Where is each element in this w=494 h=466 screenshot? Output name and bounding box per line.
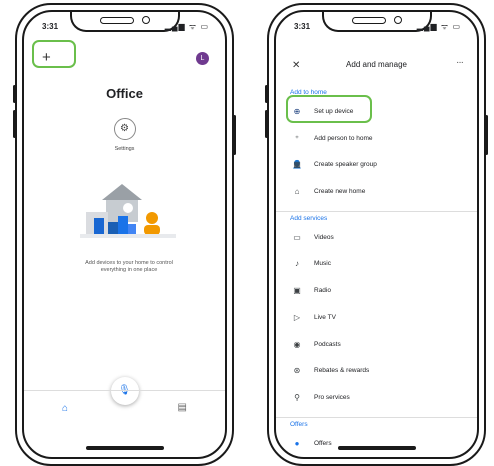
camera-icon — [141, 16, 150, 24]
menu-item-label: Pro services — [314, 393, 350, 401]
menu-item-label: Add person to home — [314, 134, 373, 142]
home-screen: 3:31 ▂▄▆ ᯤ ▭ + L Office ⚙ Settings Add d… — [22, 10, 227, 459]
phone-volume-button — [13, 85, 16, 103]
page-title: Office — [106, 86, 143, 101]
phone-volume-button — [13, 110, 16, 138]
menu-item-add-person[interactable]: ⁺👤 Add person to home — [276, 126, 477, 170]
menu-item-label: Radio — [314, 287, 331, 295]
menu-item-label: Create speaker group — [314, 161, 377, 169]
menu-item-videos[interactable]: ▭ Videos — [276, 225, 477, 252]
page-title: Add and manage — [346, 60, 407, 69]
phone-power-button — [233, 115, 236, 155]
camera-icon — [393, 16, 402, 24]
phone-frame-home: 3:31 ▂▄▆ ᯤ ▭ + L Office ⚙ Settings Add d… — [13, 3, 236, 466]
podcast-icon: ◉ — [293, 339, 301, 349]
bottom-nav: ⌂ ▤ — [24, 390, 225, 427]
pro-services-icon: ⚲ — [294, 392, 300, 402]
phone-notch — [321, 12, 432, 32]
add-button-highlight — [32, 40, 76, 68]
rewards-icon: ⊛ — [293, 366, 301, 376]
home-icon[interactable]: ⌂ — [62, 403, 68, 414]
menu-item-label: Videos — [314, 233, 334, 241]
status-icons: ▂▄▆ ᯤ ▭ — [164, 22, 209, 31]
avatar[interactable]: L — [196, 52, 209, 65]
home-icon: ⌂ — [294, 187, 300, 197]
menu-item-offers[interactable]: ● Offers — [276, 431, 477, 457]
add-manage-screen: 3:31 ▂▄▆ ᯤ ▭ ✕ Add and manage ··· Add to… — [274, 10, 479, 459]
menu-item-set-up-device[interactable]: ⊕ Set up device — [276, 95, 477, 126]
menu-item-label: Music — [314, 260, 331, 268]
section-heading-offers: Offers — [290, 420, 308, 428]
home-illustration — [80, 184, 176, 238]
menu-item-label: Live TV — [314, 313, 336, 321]
menu-item-label: Rebates & rewards — [314, 367, 370, 375]
menu-item-create-speaker-group[interactable]: ▦ Create speaker group — [276, 152, 477, 179]
menu-item-create-new-home[interactable]: ⌂ Create new home — [276, 179, 477, 206]
menu-item-radio[interactable]: ▣ Radio — [276, 278, 477, 305]
section-heading-add-services: Add services — [290, 214, 328, 222]
more-options-icon[interactable]: ··· — [456, 57, 464, 68]
status-time: 3:31 — [42, 22, 59, 31]
menu-item-music[interactable]: ♪ Music — [276, 251, 477, 278]
menu-item-pro-services[interactable]: ⚲ Pro services — [276, 385, 477, 412]
speaker-icon — [99, 17, 134, 24]
phone-volume-button — [265, 110, 268, 138]
live-tv-icon: ▷ — [293, 312, 301, 322]
phone-frame-add-manage: 3:31 ▂▄▆ ᯤ ▭ ✕ Add and manage ··· Add to… — [265, 3, 488, 466]
menu-item-rebates-rewards[interactable]: ⊛ Rebates & rewards — [276, 358, 477, 385]
add-button[interactable]: + — [42, 50, 51, 65]
radio-icon: ▣ — [293, 286, 301, 296]
phone-notch — [69, 12, 180, 32]
tv-icon: ▭ — [293, 232, 301, 242]
phone-power-button — [485, 115, 488, 155]
phone-volume-button — [265, 85, 268, 103]
menu-item-live-tv[interactable]: ▷ Live TV — [276, 305, 477, 332]
gear-icon: ⚙ — [120, 123, 129, 134]
home-indicator — [85, 446, 164, 450]
settings-button[interactable]: ⚙ — [113, 118, 136, 140]
add-circle-icon: ⊕ — [293, 107, 301, 116]
menu-item-podcasts[interactable]: ◉ Podcasts — [276, 332, 477, 359]
status-time: 3:31 — [294, 22, 311, 31]
home-indicator — [337, 446, 416, 450]
music-note-icon: ♪ — [295, 259, 299, 269]
offers-icon: ● — [294, 438, 300, 448]
status-icons: ▂▄▆ ᯤ ▭ — [416, 22, 461, 31]
empty-state-text: Add devices to your home to control ever… — [85, 260, 173, 273]
menu-item-label: Create new home — [314, 188, 366, 196]
speaker-icon — [351, 17, 386, 24]
menu-item-label: Podcasts — [314, 340, 341, 348]
settings-label: Settings — [114, 146, 135, 152]
feed-icon[interactable]: ▤ — [178, 402, 187, 413]
add-manage-menu: Add to home ⊕ Set up device ⁺👤 Add perso… — [276, 86, 477, 457]
speaker-group-icon: ▦ — [293, 160, 301, 170]
menu-item-label: Offers — [314, 439, 332, 447]
